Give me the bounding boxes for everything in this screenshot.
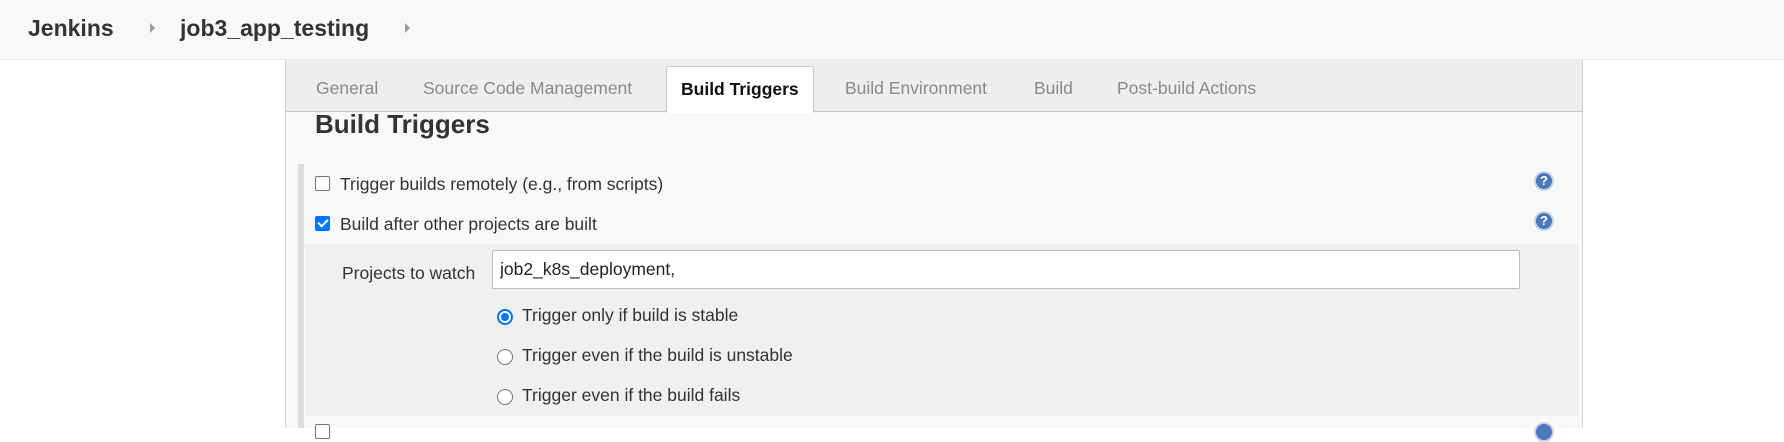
- job-config-panel: General Source Code Management Build Tri…: [285, 60, 1583, 442]
- help-icon[interactable]: ?: [1534, 211, 1554, 231]
- trigger-fails-label[interactable]: Trigger even if the build fails: [522, 382, 740, 408]
- help-icon[interactable]: [1534, 422, 1554, 442]
- tab-build-environment[interactable]: Build Environment: [845, 60, 987, 112]
- tab-build-triggers[interactable]: Build Triggers: [666, 66, 814, 113]
- section-title: Build Triggers: [315, 109, 490, 139]
- build-after-other-projects-label[interactable]: Build after other projects are built: [340, 211, 597, 237]
- config-tab-strip: General Source Code Management Build Tri…: [286, 60, 1582, 113]
- next-option-checkbox[interactable]: [315, 424, 330, 439]
- tab-build[interactable]: Build: [1034, 60, 1073, 112]
- trigger-remotely-checkbox[interactable]: [315, 176, 330, 191]
- trigger-stable-label[interactable]: Trigger only if build is stable: [522, 302, 738, 328]
- projects-to-watch-label: Projects to watch: [342, 263, 476, 283]
- build-after-projects-settings: Projects to watch Trigger only if build …: [305, 244, 1578, 416]
- tab-source-code-management[interactable]: Source Code Management: [423, 60, 632, 112]
- section-rail: [298, 164, 304, 428]
- breadcrumb-bar: Jenkins job3_app_testing: [0, 0, 1784, 60]
- chevron-right-icon[interactable]: [150, 23, 155, 33]
- help-icon[interactable]: ?: [1534, 171, 1554, 191]
- projects-to-watch-input[interactable]: [492, 250, 1520, 289]
- breadcrumb-job-link[interactable]: job3_app_testing: [180, 14, 369, 42]
- tab-general[interactable]: General: [316, 60, 378, 112]
- trigger-fails-radio[interactable]: [497, 389, 513, 405]
- build-after-other-projects-checkbox[interactable]: [315, 216, 330, 231]
- trigger-unstable-radio[interactable]: [497, 349, 513, 365]
- trigger-remotely-label[interactable]: Trigger builds remotely (e.g., from scri…: [340, 171, 663, 197]
- trigger-stable-radio[interactable]: [497, 309, 513, 325]
- breadcrumb-home-link[interactable]: Jenkins: [28, 14, 114, 42]
- chevron-right-icon[interactable]: [405, 23, 410, 33]
- trigger-unstable-label[interactable]: Trigger even if the build is unstable: [522, 342, 793, 368]
- tab-post-build-actions[interactable]: Post-build Actions: [1117, 60, 1256, 112]
